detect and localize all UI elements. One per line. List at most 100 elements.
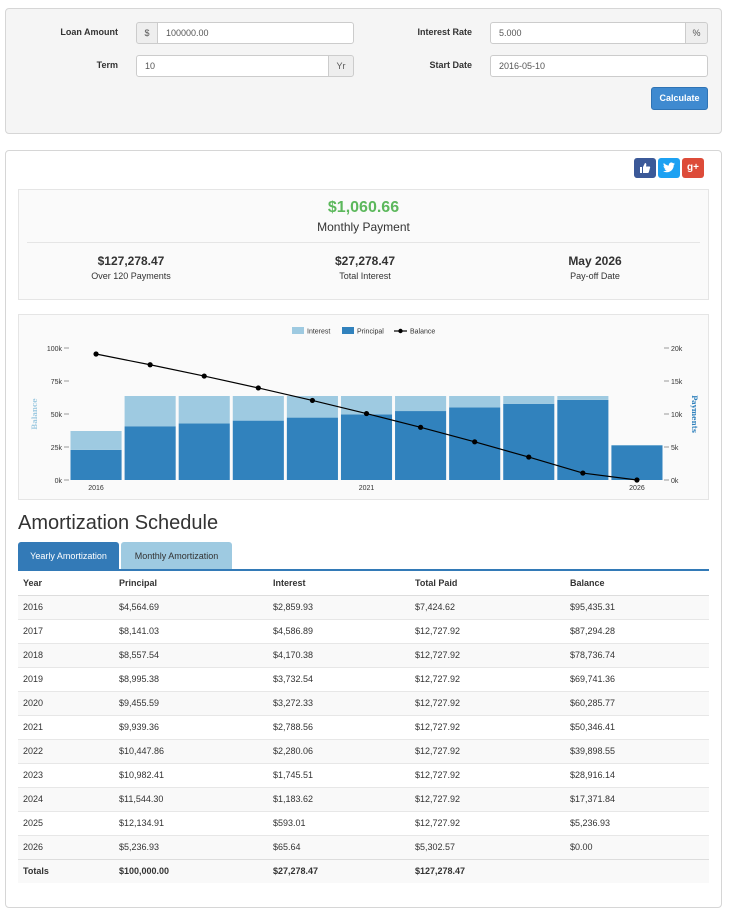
cell-total-paid: $12,727.92 [410, 810, 565, 835]
cell-year: 2023 [18, 762, 114, 787]
cell-principal: $8,557.54 [114, 642, 268, 667]
monthly-payment-value: $1,060.66 [327, 199, 400, 216]
loan-amount-label: Loan Amount [60, 27, 118, 37]
calculate-button[interactable]: Calculate [651, 87, 708, 110]
cell-interest: $4,170.38 [268, 642, 410, 667]
column-header-year: Year [18, 571, 114, 596]
cell-total-paid: $12,727.92 [410, 666, 565, 691]
payoff-date-value: May 2026 [568, 254, 622, 268]
total-interest-value: $27,278.47 [334, 254, 396, 268]
cell-total-paid: $12,727.92 [410, 690, 565, 715]
cell-total-paid: $12,727.92 [410, 714, 565, 739]
interest-bar [395, 395, 447, 412]
currency-addon: $ [136, 22, 158, 44]
cell-year: 2026 [18, 834, 114, 859]
interest-bar [178, 395, 230, 424]
balance-point [417, 424, 424, 430]
principal-bar [611, 445, 663, 480]
cell-total-paid: $12,727.92 [410, 642, 565, 667]
left-tick-label: 0k [55, 478, 63, 485]
x-tick-label: 2016 [88, 485, 104, 492]
balance-point [526, 454, 532, 460]
principal-bar [395, 411, 447, 480]
cell-balance: $95,435.31 [565, 594, 709, 619]
totals-balance [565, 858, 709, 883]
table-row: 2022 $10,447.86 $2,280.06 $12,727.92 $39,898… [18, 738, 709, 763]
cell-balance: $0.00 [565, 834, 709, 859]
amortization-chart: 0k 25k 50k 75k 100k 0k 5k 10k 15k 20k Balance Payme… [18, 314, 709, 500]
total-interest-stat: $27,278.47 Total Interest [275, 254, 455, 281]
principal-bar [178, 423, 230, 480]
term-label: Term [96, 60, 118, 70]
interest-rate-input[interactable]: 5.000 [490, 22, 686, 44]
principal-bar [124, 426, 176, 480]
cell-balance: $69,741.36 [565, 666, 709, 691]
table-row: 2026 $5,236.93 $65.64 $5,302.57 $0.00 [18, 834, 709, 859]
cell-principal: $5,236.93 [114, 834, 268, 859]
x-tick-label: 2021 [359, 485, 375, 492]
interest-bar [503, 395, 555, 404]
principal-bar [286, 417, 338, 480]
balance-point [363, 410, 370, 417]
cell-balance: $28,916.14 [565, 762, 709, 787]
facebook-like-button[interactable] [634, 158, 656, 178]
balance-point [255, 385, 261, 391]
amortization-chart-svg: 0k 25k 50k 75k 100k 0k 5k 10k 15k 20k Balance Payme… [30, 327, 699, 492]
column-header-interest: Interest [268, 571, 410, 596]
twitter-icon [663, 162, 675, 173]
right-tick-label: 10k [671, 412, 683, 419]
start-date-input[interactable]: 2016-05-10 [490, 55, 708, 77]
total-paid-label: Over 120 Payments [91, 271, 171, 281]
term-input[interactable]: 10 [136, 55, 329, 77]
right-tick-label: 15k [671, 379, 683, 386]
interest-bar [124, 395, 176, 427]
balance-point [634, 477, 640, 483]
twitter-share-button[interactable] [658, 158, 680, 178]
cell-total-paid: $7,424.62 [410, 594, 565, 619]
cell-interest: $2,788.56 [268, 714, 410, 739]
column-header-balance: Balance [565, 571, 709, 596]
table-row: 2019 $8,995.38 $3,732.54 $12,727.92 $69,741.… [18, 666, 709, 691]
interest-bar [70, 430, 122, 450]
cell-year: 2017 [18, 618, 114, 643]
cell-principal: $8,995.38 [114, 666, 268, 691]
start-date-label: Start Date [429, 60, 472, 70]
cell-principal: $8,141.03 [114, 618, 268, 643]
cell-interest: $1,183.62 [268, 786, 410, 811]
principal-bar [503, 403, 555, 480]
cell-balance: $87,294.28 [565, 618, 709, 643]
cell-interest: $2,280.06 [268, 738, 410, 763]
balance-point [580, 470, 586, 476]
left-tick-label: 100k [47, 346, 63, 353]
payoff-date-label: Pay-off Date [570, 271, 620, 281]
cell-year: 2020 [18, 690, 114, 715]
tab-yearly-amortization[interactable]: Yearly Amortization [18, 542, 119, 570]
left-tick-label: 50k [51, 412, 63, 419]
cell-interest: $3,732.54 [268, 666, 410, 691]
left-tick-label: 75k [51, 379, 63, 386]
monthly-payment-label: Monthly Payment [317, 220, 410, 234]
legend-balance-marker [398, 328, 403, 334]
principal-bar [232, 420, 284, 480]
cell-total-paid: $12,727.92 [410, 786, 565, 811]
summary-divider [27, 242, 700, 243]
total-paid-value: $127,278.47 [97, 254, 165, 268]
google-plus-share-button[interactable]: g+ [682, 158, 704, 178]
totals-total-paid: $127,278.47 [410, 858, 565, 883]
schedule-title: Amortization Schedule [18, 512, 219, 534]
column-header-total-paid: Total Paid [410, 571, 565, 596]
balance-point [93, 351, 99, 357]
cell-interest: $2,859.93 [268, 594, 410, 619]
cell-total-paid: $12,727.92 [410, 762, 565, 787]
totals-row: Totals $100,000.00 $27,278.47 $127,278.4… [18, 858, 709, 883]
right-tick-label: 5k [671, 445, 679, 452]
tab-monthly-amortization[interactable]: Monthly Amortization [121, 542, 232, 570]
table-row: 2023 $10,982.41 $1,745.51 $12,727.92 $28,916… [18, 762, 709, 787]
column-header-principal: Principal [114, 571, 268, 596]
cell-interest: $1,745.51 [268, 762, 410, 787]
table-row: 2018 $8,557.54 $4,170.38 $12,727.92 $78,736.… [18, 642, 709, 667]
cell-principal: $11,544.30 [114, 786, 268, 811]
table-row: 2021 $9,939.36 $2,788.56 $12,727.92 $50,346.… [18, 714, 709, 739]
loan-amount-input[interactable]: 100000.00 [157, 22, 354, 44]
cell-balance: $50,346.41 [565, 714, 709, 739]
